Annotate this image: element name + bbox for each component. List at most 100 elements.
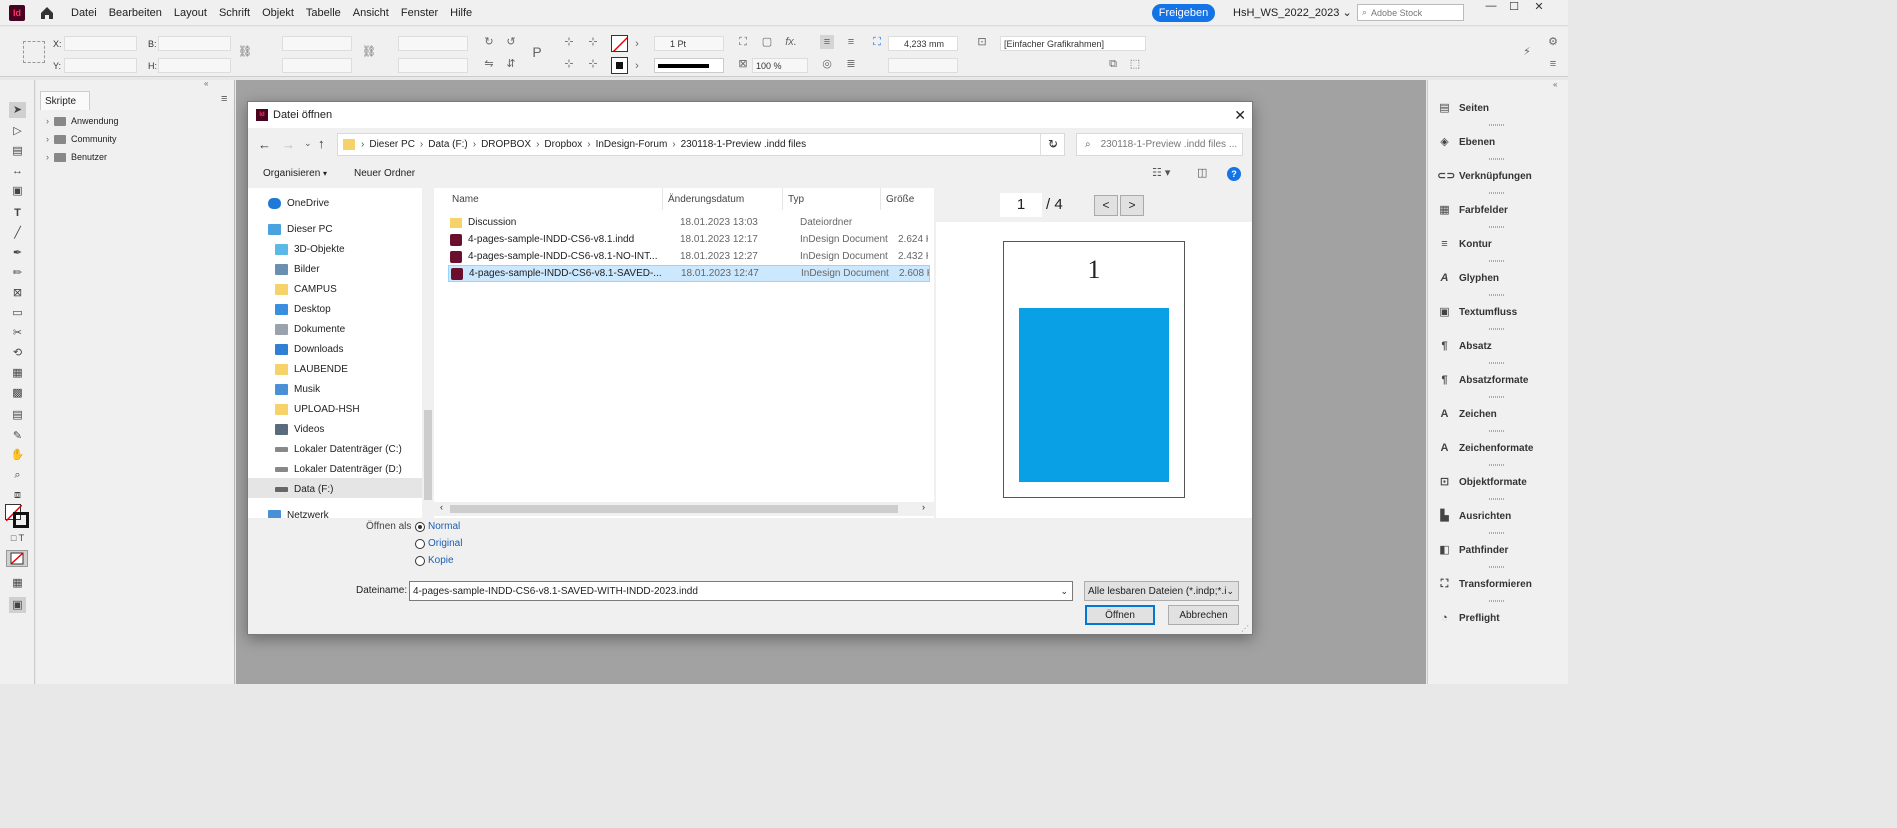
panel-ebenen[interactable]: ◈ Ebenen xyxy=(1437,136,1495,149)
panel-transformieren[interactable]: ⛶ Transformieren xyxy=(1437,578,1532,591)
nav-drive-d[interactable]: Lokaler Datenträger (D:) xyxy=(275,464,402,475)
refresh-icon[interactable]: ↻ xyxy=(1040,133,1065,156)
pen-tool-icon[interactable]: ✒ xyxy=(9,245,26,261)
nav-drive-f[interactable]: Data (F:) xyxy=(275,484,333,495)
column-divider[interactable] xyxy=(662,188,663,210)
breadcrumb-indesign-forum[interactable]: InDesign-Forum xyxy=(591,139,673,150)
menu-tabelle[interactable]: Tabelle xyxy=(300,7,347,19)
panel-grip[interactable] xyxy=(1489,158,1504,160)
formatting-container-icon[interactable]: □ T xyxy=(9,530,26,546)
height-field[interactable] xyxy=(158,58,231,73)
panel-pathfinder[interactable]: ◧ Pathfinder xyxy=(1437,544,1508,557)
panel-grip[interactable] xyxy=(1489,430,1504,432)
panel-verknuepfungen[interactable]: ⊂⊃ Verknüpfungen xyxy=(1437,170,1532,183)
rectangle-frame-tool-icon[interactable]: ⊠ xyxy=(9,285,26,301)
filename-input[interactable]: 4-pages-sample-INDD-CS6-v8.1-SAVED-WITH-… xyxy=(409,581,1073,601)
paragraph-p-icon[interactable]: P xyxy=(530,45,544,59)
default-colors-icon[interactable]: ⧈ xyxy=(9,487,26,503)
resize-grip-icon[interactable]: ⋰ xyxy=(1241,624,1249,633)
scale-x-field[interactable] xyxy=(282,36,352,51)
flip-vertical-icon[interactable]: ⇵ xyxy=(504,57,518,71)
rotate-cw-icon[interactable]: ↻ xyxy=(482,35,496,49)
open-button[interactable]: Öffnen xyxy=(1085,605,1155,625)
nav-scrollbar[interactable] xyxy=(422,188,434,518)
file-row-indd-1[interactable]: 4-pages-sample-INDD-CS6-v8.1.indd 18.01.… xyxy=(450,231,932,248)
open-as-kopie[interactable]: Kopie xyxy=(415,555,454,566)
panel-seiten[interactable]: ▤ Seiten xyxy=(1437,102,1489,115)
dialog-close-icon[interactable]: ✕ xyxy=(1234,107,1246,124)
panel-grip[interactable] xyxy=(1489,566,1504,568)
x-field[interactable] xyxy=(64,36,137,51)
hscroll-thumb[interactable] xyxy=(450,505,898,513)
panel-kontur[interactable]: ≡ Kontur xyxy=(1437,238,1492,251)
panel-glyphen[interactable]: A Glyphen xyxy=(1437,272,1500,285)
note-tool-icon[interactable]: ▤ xyxy=(9,407,26,423)
nav-campus[interactable]: CAMPUS xyxy=(275,284,337,295)
gap-tool-icon[interactable]: ↔ xyxy=(9,163,26,179)
nav-desktop[interactable]: Desktop xyxy=(275,304,331,315)
column-type[interactable]: Typ xyxy=(788,194,804,205)
menu-fenster[interactable]: Fenster xyxy=(395,7,444,19)
menu-bearbeiten[interactable]: Bearbeiten xyxy=(103,7,168,19)
eyedropper-tool-icon[interactable]: ✎ xyxy=(9,428,26,444)
panel-grip[interactable] xyxy=(1489,124,1504,126)
nav-bilder[interactable]: Bilder xyxy=(275,264,320,275)
preview-next-button[interactable]: > xyxy=(1120,195,1144,216)
nav-drive-c[interactable]: Lokaler Datenträger (C:) xyxy=(275,444,402,455)
panel-absatz[interactable]: ¶ Absatz xyxy=(1437,340,1491,353)
column-size[interactable]: Größe xyxy=(886,194,914,205)
maximize-icon[interactable]: ☐ xyxy=(1502,0,1526,13)
address-bar[interactable]: › Dieser PC › Data (F:) › DROPBOX › Dropbox… xyxy=(337,133,1065,156)
panel-grip[interactable] xyxy=(1489,532,1504,534)
dimension-field[interactable]: 4,233 mm xyxy=(888,36,958,51)
scale-y-field[interactable] xyxy=(282,58,352,73)
collapse-panel-icon[interactable]: « xyxy=(36,80,235,88)
column-name[interactable]: Name xyxy=(452,194,479,205)
tab-skripte[interactable]: Skripte xyxy=(40,91,90,110)
folder-benutzer[interactable]: › Benutzer xyxy=(46,152,107,162)
select-container-icon[interactable]: ⊹ xyxy=(562,35,576,49)
panel-grip[interactable] xyxy=(1489,498,1504,500)
nav-downloads[interactable]: Downloads xyxy=(275,344,343,355)
stroke-color-icon[interactable] xyxy=(13,512,29,528)
panel-objektformate[interactable]: ⊡ Objektformate xyxy=(1437,476,1527,489)
minimize-icon[interactable]: — xyxy=(1479,0,1503,12)
gradient-tool-icon[interactable]: ▦ xyxy=(9,365,26,381)
select-content-icon[interactable]: ⊹ xyxy=(586,35,600,49)
shear-field[interactable] xyxy=(398,58,468,73)
open-as-normal[interactable]: Normal xyxy=(415,521,460,532)
help-icon[interactable]: ? xyxy=(1227,167,1241,181)
settings-gear-icon[interactable]: ⚙ xyxy=(1546,35,1560,49)
nav-onedrive[interactable]: OneDrive xyxy=(268,198,329,209)
close-window-icon[interactable]: ✕ xyxy=(1527,0,1551,13)
nav-3d-objekte[interactable]: 3D-Objekte xyxy=(275,244,345,255)
style-options-icon[interactable]: ⬚ xyxy=(1128,57,1142,71)
screen-mode-normal-icon[interactable]: ▦ xyxy=(9,575,26,591)
home-icon[interactable] xyxy=(39,5,55,21)
stroke-weight-field[interactable]: 1 Pt xyxy=(654,36,724,51)
nav-dokumente[interactable]: Dokumente xyxy=(275,324,345,335)
align-left-icon[interactable]: ≡ xyxy=(820,35,834,49)
fit-content-icon[interactable]: ⛶ xyxy=(736,35,750,49)
gradient-feather-icon[interactable]: ▩ xyxy=(9,385,26,401)
panel-grip[interactable] xyxy=(1489,600,1504,602)
workspace-switcher[interactable]: HsH_WS_2022_2023 ⌄ xyxy=(1233,6,1352,19)
panel-grip[interactable] xyxy=(1489,396,1504,398)
zoom-tool-icon[interactable]: ⌕ xyxy=(9,467,26,483)
lightning-icon[interactable]: ⚡ xyxy=(1520,45,1534,59)
select-previous-icon[interactable]: ⊹ xyxy=(562,57,576,71)
panel-grip[interactable] xyxy=(1489,362,1504,364)
scroll-right-icon[interactable]: › xyxy=(922,502,925,512)
nav-videos[interactable]: Videos xyxy=(275,424,324,435)
folder-search-input[interactable]: ⌕ 230118-1-Preview .indd files ... xyxy=(1076,133,1243,156)
y-field[interactable] xyxy=(64,58,137,73)
open-as-original[interactable]: Original xyxy=(415,538,462,549)
panel-grip[interactable] xyxy=(1489,192,1504,194)
preview-prev-button[interactable]: < xyxy=(1094,195,1118,216)
rotation-field[interactable] xyxy=(398,36,468,51)
nav-dieser-pc[interactable]: Dieser PC xyxy=(268,224,333,235)
fill-none-swatch[interactable] xyxy=(611,35,628,52)
chevron-down-icon[interactable]: ⌄ xyxy=(1060,586,1068,597)
panel-textumfluss[interactable]: ▣ Textumfluss xyxy=(1437,306,1517,319)
column-date[interactable]: Änderungsdatum xyxy=(668,194,744,205)
